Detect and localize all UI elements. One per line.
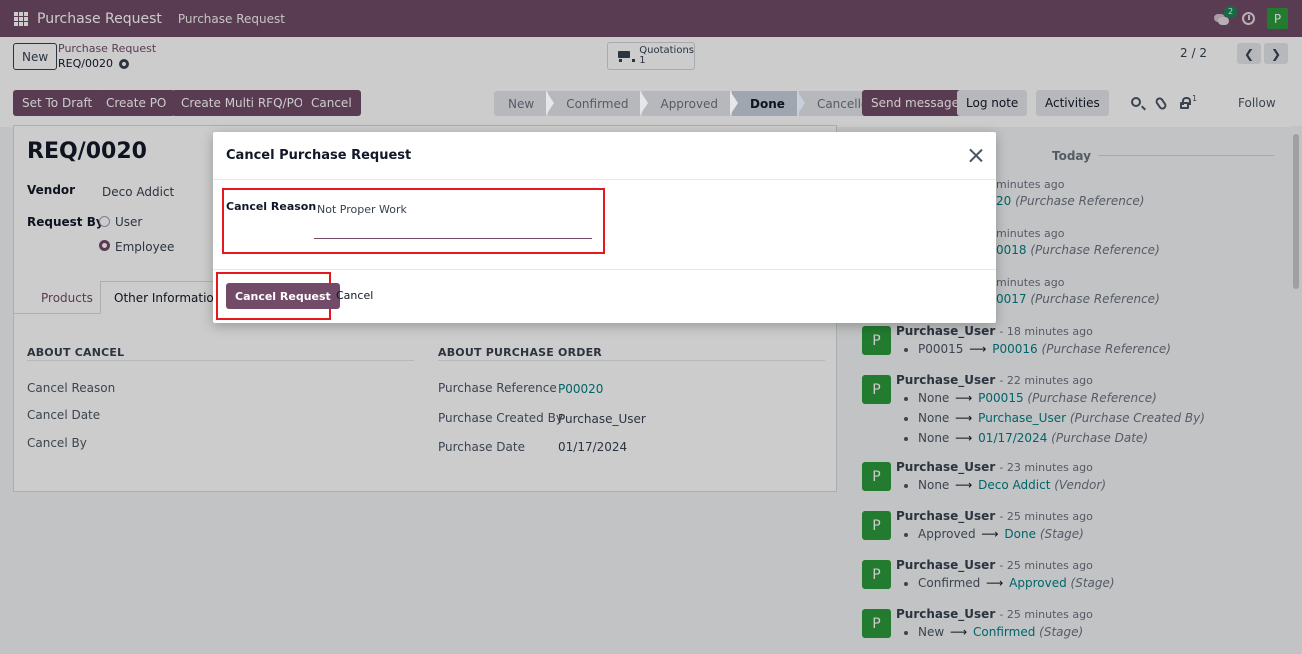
- dialog-header-divider: [213, 179, 996, 180]
- cancel-request-button[interactable]: Cancel Request: [226, 283, 340, 309]
- cancel-reason-input[interactable]: [314, 198, 592, 239]
- close-icon[interactable]: [969, 148, 983, 162]
- dialog-title: Cancel Purchase Request: [226, 148, 412, 163]
- modal-backdrop[interactable]: [0, 0, 1302, 654]
- dialog-footer-divider: [213, 269, 996, 270]
- dialog-cancel-button[interactable]: Cancel: [336, 289, 373, 302]
- cancel-request-dialog: Cancel Purchase Request Cancel Reason Ca…: [213, 132, 996, 323]
- cancel-reason-label: Cancel Reason: [226, 200, 317, 213]
